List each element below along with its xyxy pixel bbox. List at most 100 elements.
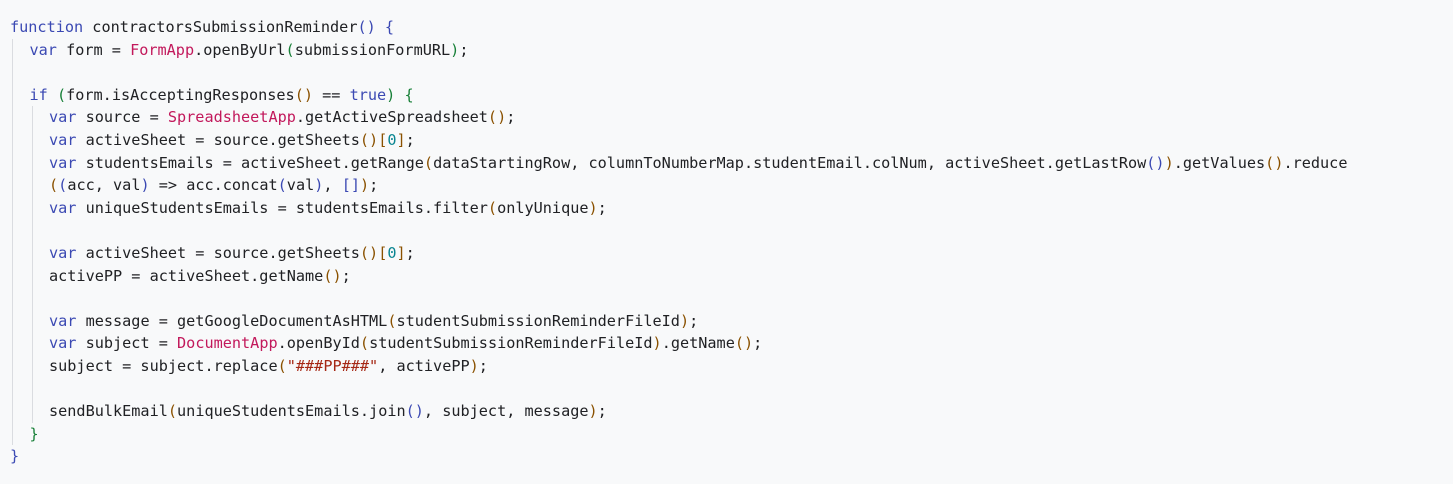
indent-guide: [31, 151, 33, 175]
code-token: (): [405, 402, 424, 421]
code-token: message = getGoogleDocumentAsHTML: [76, 311, 388, 330]
indent-guide: [12, 196, 13, 220]
code-token: {: [384, 18, 395, 36]
code-token: (: [56, 85, 67, 104]
code-line: var studentsEmails = activeSheet.getRang…: [0, 151, 1453, 175]
indent-guide: [12, 106, 13, 129]
indent-guide: [12, 61, 13, 84]
indent-guide: [31, 106, 33, 129]
indent-guide: [12, 332, 13, 355]
code-token: , subject, message: [423, 402, 589, 421]
code-token: contractorsSubmissionReminder: [83, 18, 358, 36]
code-token: ;: [753, 334, 763, 353]
indent-guide: [12, 128, 13, 152]
code-token: (: [277, 176, 287, 195]
code-token: var: [49, 311, 77, 330]
code-token: function: [10, 18, 84, 36]
code-token: val: [286, 176, 315, 195]
code-line: var activeSheet = source.getSheets()[0];: [0, 128, 1453, 152]
indent-guide: [12, 400, 13, 423]
indent-guide: [12, 287, 13, 310]
code-line: function contractorsSubmissionReminder()…: [0, 16, 1453, 39]
code-token: ;: [506, 108, 516, 127]
code-token: .getValues: [1173, 153, 1266, 172]
indent-guide: [31, 174, 33, 197]
code-token: var: [49, 130, 77, 149]
code-token: (): [1146, 153, 1165, 172]
code-token: ): [1164, 153, 1174, 172]
code-line: if (form.isAcceptingResponses() == true)…: [0, 83, 1453, 107]
code-line: }: [0, 422, 1453, 446]
code-line: ((acc, val) => acc.concat(val), []);: [0, 174, 1453, 197]
code-token: DocumentApp: [177, 334, 278, 353]
code-token: ;: [341, 266, 351, 285]
code-token: submissionFormURL: [294, 40, 451, 59]
code-token: .getName: [661, 334, 735, 353]
code-token: true: [349, 85, 387, 104]
code-token: }: [29, 424, 39, 443]
code-token: var: [49, 334, 77, 353]
code-line: var uniqueStudentsEmails = studentsEmail…: [0, 196, 1453, 220]
code-line: subject = subject.replace("###PP###", ac…: [0, 354, 1453, 378]
indent-guide: [12, 422, 13, 446]
indent-guide: [31, 354, 33, 378]
code-token: .getActiveSpreadsheet: [295, 108, 488, 127]
code-token: var: [49, 153, 77, 172]
indent-guide: [31, 219, 33, 242]
code-token: var: [49, 108, 77, 127]
code-token: .openById: [277, 334, 360, 353]
code-token: var: [49, 243, 77, 262]
code-token: onlyUnique: [497, 198, 589, 217]
code-token: ;: [597, 198, 607, 217]
code-token: var: [49, 198, 77, 217]
code-line: activePP = activeSheet.getName();: [0, 264, 1453, 288]
code-line: var message = getGoogleDocumentAsHTML(st…: [0, 309, 1453, 333]
code-token: ): [679, 311, 690, 330]
code-line: var subject = DocumentApp.openById(stude…: [0, 332, 1453, 355]
code-token: ;: [478, 356, 488, 375]
code-token: form =: [56, 40, 131, 59]
code-token: (: [423, 153, 434, 172]
code-token: [: [378, 130, 388, 149]
indent-guide: [31, 128, 33, 152]
indent-guide: [12, 241, 13, 265]
code-token: }: [10, 447, 20, 466]
code-token: ==: [313, 85, 350, 104]
code-token: subject = subject.replace: [49, 356, 278, 375]
code-token: activeSheet = source.getSheets: [76, 243, 360, 262]
indent-guide: [31, 241, 33, 265]
code-token: ;: [369, 176, 379, 195]
code-line: [0, 287, 1453, 310]
code-token: (): [323, 266, 342, 285]
indent-guide: [12, 377, 13, 401]
code-token: ;: [597, 402, 607, 421]
code-token: (: [49, 176, 59, 195]
code-token: SpreadsheetApp: [167, 108, 296, 127]
code-token: 0: [387, 243, 397, 262]
code-token: ,: [323, 176, 342, 195]
indent-guide: [31, 332, 33, 355]
indent-guide: [31, 196, 33, 220]
code-token: ): [588, 198, 598, 217]
code-token: dataStartingRow, columnToNumberMap.stude…: [433, 153, 1147, 172]
code-token: [: [378, 243, 388, 262]
code-line: var source = SpreadsheetApp.getActiveSpr…: [0, 106, 1453, 129]
indent-guide: [12, 174, 13, 197]
code-token: if: [29, 85, 48, 104]
code-token: (: [277, 356, 287, 375]
code-token: ]: [396, 130, 406, 149]
code-token: ): [359, 176, 370, 195]
code-line: var form = FormApp.openByUrl(submissionF…: [0, 38, 1453, 62]
code-token: (): [359, 130, 379, 149]
code-token: (: [487, 198, 498, 217]
code-editor[interactable]: function contractorsSubmissionReminder()…: [0, 0, 1453, 484]
code-token: (): [294, 85, 313, 104]
code-token: ;: [405, 243, 415, 262]
code-token: source =: [76, 108, 168, 127]
code-token: acc, val: [67, 176, 141, 195]
code-line: [0, 377, 1453, 401]
code-token: (): [357, 18, 376, 36]
indent-guide: [31, 400, 33, 423]
code-token: (): [487, 108, 507, 127]
